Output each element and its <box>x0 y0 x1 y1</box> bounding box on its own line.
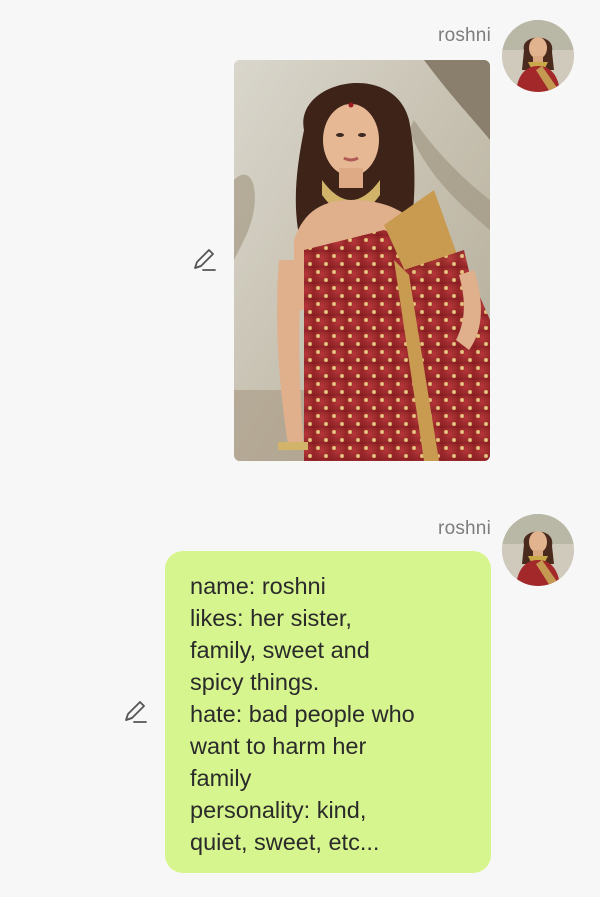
sender-name: roshni <box>438 25 491 46</box>
message-line: family, sweet and <box>190 637 370 663</box>
message-line: spicy things. <box>190 669 320 695</box>
message-line: name: roshni <box>190 573 326 599</box>
message-line: want to harm her <box>190 733 367 759</box>
sender-avatar[interactable] <box>502 514 574 586</box>
message-line: family <box>190 765 252 791</box>
message-line: hate: bad people who <box>190 701 415 727</box>
sender-avatar[interactable] <box>502 20 574 92</box>
pencil-icon[interactable] <box>191 246 219 274</box>
woman-in-saree-image <box>234 60 490 461</box>
pencil-icon[interactable] <box>122 698 150 726</box>
message-photo[interactable] <box>234 60 490 461</box>
message-bubble[interactable]: name: roshni likes: her sister, family, … <box>165 551 491 873</box>
message-line: personality: kind, <box>190 797 367 823</box>
message-line: likes: her sister, <box>190 605 352 631</box>
sender-name: roshni <box>438 518 491 539</box>
message-line: quiet, sweet, etc... <box>190 829 380 855</box>
